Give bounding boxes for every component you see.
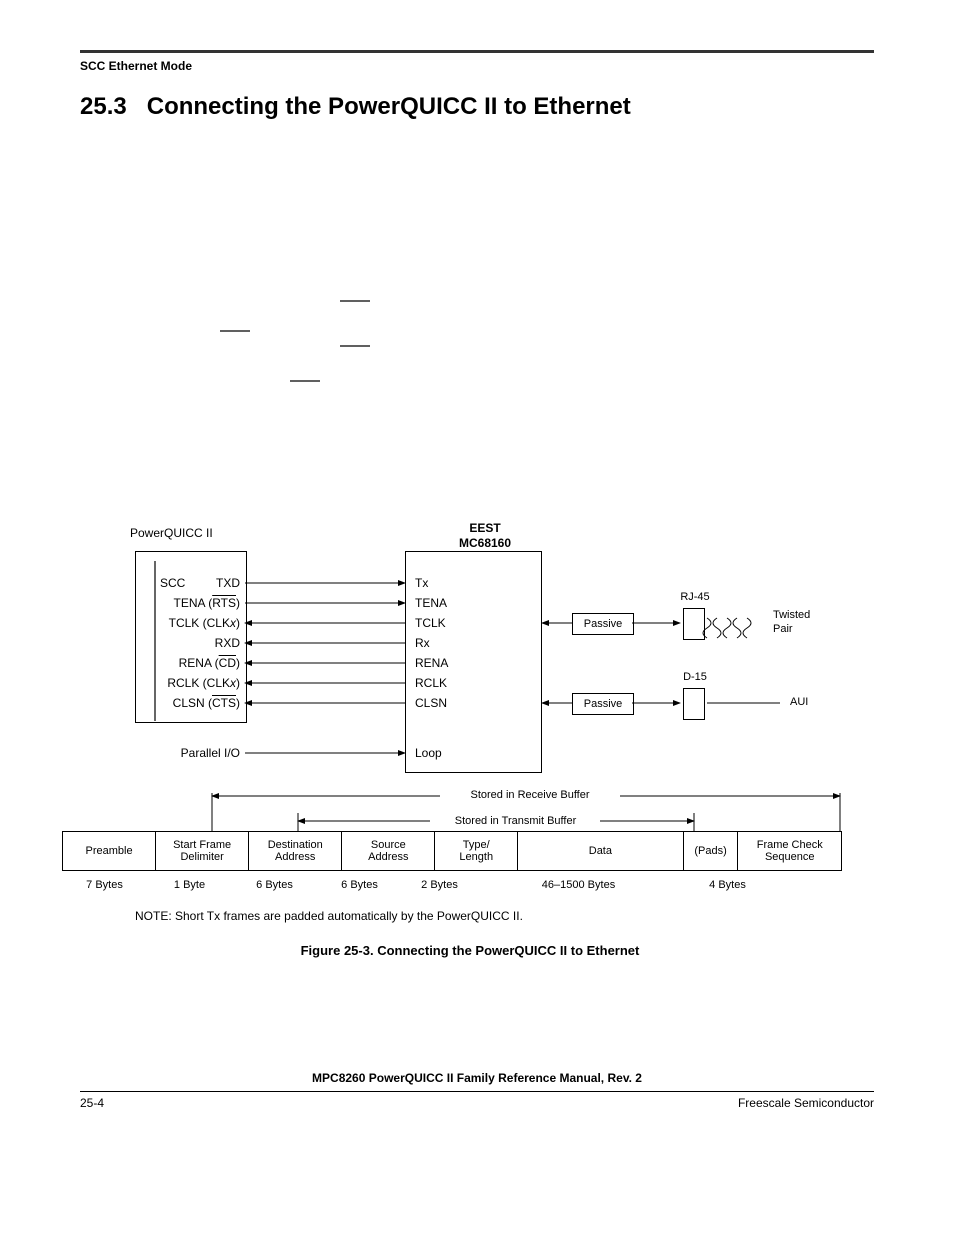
footer-vendor: Freescale Semiconductor xyxy=(738,1096,874,1110)
size-5: 2 Bytes xyxy=(402,879,477,891)
size-6: 46–1500 Bytes xyxy=(477,879,680,891)
section-title-text: Connecting the PowerQUICC II to Ethernet xyxy=(147,93,631,120)
size-4: 6 Bytes xyxy=(317,879,402,891)
top-rule xyxy=(80,50,874,53)
cell-fcs: Frame CheckSequence xyxy=(738,832,842,871)
footer-rule xyxy=(80,1091,874,1092)
size-3: 6 Bytes xyxy=(232,879,317,891)
frame-table: Preamble Start FrameDelimiter Destinatio… xyxy=(62,831,842,871)
section-title: 25.3 Connecting the PowerQUICC II to Eth… xyxy=(80,93,874,121)
frame-sizes: 7 Bytes 1 Byte 6 Bytes 6 Bytes 2 Bytes 4… xyxy=(62,879,842,891)
figure-caption: Figure 25-3. Connecting the PowerQUICC I… xyxy=(80,943,860,958)
figure-note: NOTE: Short Tx frames are padded automat… xyxy=(135,909,523,923)
stored-rx: Stored in Receive Buffer xyxy=(440,789,620,801)
size-7: 4 Bytes xyxy=(680,879,775,891)
size-1: 7 Bytes xyxy=(62,879,147,891)
cell-pads: (Pads) xyxy=(683,832,738,871)
cell-dest: DestinationAddress xyxy=(249,832,342,871)
footer-manual: MPC8260 PowerQUICC II Family Reference M… xyxy=(80,1071,874,1085)
stored-tx: Stored in Transmit Buffer xyxy=(428,815,603,827)
cell-src: SourceAddress xyxy=(342,832,435,871)
diagram-area: PowerQUICC II EEST MC68160 SCC TXD TENA … xyxy=(80,131,874,981)
footer-page: 25-4 xyxy=(80,1096,104,1110)
cell-preamble: Preamble xyxy=(63,832,156,871)
cell-type: Type/Length xyxy=(435,832,518,871)
running-head: SCC Ethernet Mode xyxy=(80,59,874,73)
cell-data: Data xyxy=(518,832,684,871)
size-2: 1 Byte xyxy=(147,879,232,891)
cell-sfd: Start FrameDelimiter xyxy=(156,832,249,871)
footer: MPC8260 PowerQUICC II Family Reference M… xyxy=(80,1071,874,1110)
buffer-dim-lines xyxy=(80,131,874,851)
section-number: 25.3 xyxy=(80,93,127,120)
